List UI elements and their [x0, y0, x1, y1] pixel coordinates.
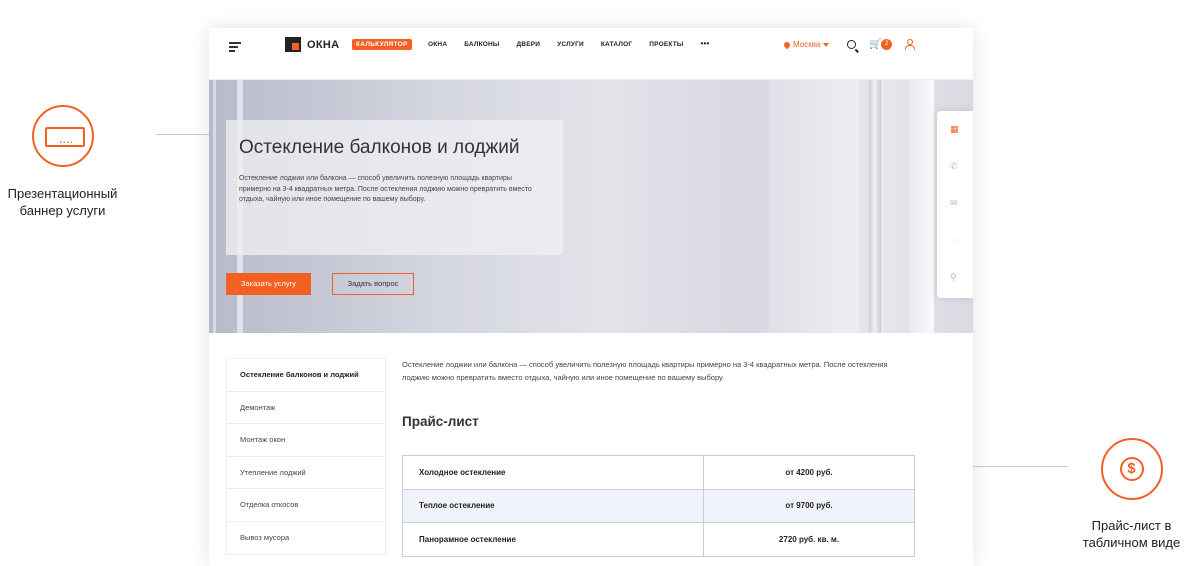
hero-card: Остекление балконов и лоджий Остекление … — [226, 120, 563, 255]
sidebar-item-dismantling[interactable]: Демонтаж — [227, 392, 385, 424]
table-row: Панорамное остекление 2720 руб. кв. м. — [402, 522, 915, 556]
logo-text: ОКНА — [307, 38, 340, 51]
price-table: Холодное остекление от 4200 руб. Теплое … — [402, 455, 915, 557]
location-pin-icon — [782, 40, 792, 49]
nav-item-doors[interactable]: ДВЕРИ — [516, 41, 540, 48]
price-list-title: Прайс-лист — [402, 414, 479, 429]
menu-icon[interactable] — [229, 42, 241, 54]
user-icon[interactable] — [905, 39, 915, 50]
price-row-value: от 9700 руб. — [703, 489, 915, 523]
sidebar-item-slopes[interactable]: Отделка откосов — [227, 489, 385, 522]
table-row: Холодное остекление от 4200 руб. — [402, 455, 915, 490]
services-sidebar: Остекление балконов и лоджий Демонтаж Мо… — [226, 358, 386, 555]
floating-contact-panel: ▦ ✆ ✉ ◌ ⚲ — [937, 111, 973, 298]
nav-item-projects[interactable]: ПРОЕКТЫ — [649, 41, 683, 48]
table-row: Теплое остекление от 9700 руб. — [402, 489, 915, 523]
dollar-icon: $ — [1119, 457, 1144, 481]
price-callout-label: Прайс-лист в табличном виде — [1082, 518, 1181, 550]
banner-callout: .... Презентационный баннер услуги — [0, 105, 125, 219]
hero-banner: Остекление балконов и лоджий Остекление … — [209, 80, 973, 333]
banner-icon-dots: .... — [59, 135, 74, 145]
service-intro-text: Остекление лоджии или балкона — способ у… — [402, 360, 888, 382]
hero-description: Остекление лоджии или балкона — способ у… — [239, 175, 532, 203]
door-decor — [869, 80, 881, 333]
phone-glyph: ✆ — [950, 161, 958, 171]
logo-mark-icon — [285, 37, 301, 52]
price-callout: $ Прайс-лист в табличном виде — [1074, 438, 1187, 551]
door-decor — [909, 80, 934, 333]
banner-callout-circle: .... — [31, 105, 94, 167]
location-glyph: ⚲ — [950, 272, 957, 282]
nav-item-balconies[interactable]: БАЛКОНЫ — [464, 41, 499, 48]
site-logo[interactable]: ОКНА — [285, 37, 339, 52]
chevron-down-icon — [823, 42, 830, 47]
sidebar-item-insulation[interactable]: Утепление лоджий — [227, 457, 385, 489]
price-row-name: Теплое остекление — [402, 489, 704, 523]
cart-icon[interactable]: 🛒 — [869, 39, 881, 50]
nav-item-catalog[interactable]: КАТАЛОГ — [601, 41, 632, 48]
hero-title: Остекление балконов и лоджий — [239, 137, 520, 158]
nav-item-services[interactable]: УСЛУГИ — [557, 41, 584, 48]
banner-icon: .... — [44, 127, 85, 147]
calculator-icon[interactable]: ▦ — [937, 111, 973, 148]
search-icon[interactable] — [847, 40, 856, 49]
mail-glyph: ✉ — [950, 198, 958, 208]
chat-icon[interactable]: ◌ — [937, 222, 973, 259]
phone-icon[interactable]: ✆ — [937, 148, 973, 185]
nav-more-icon[interactable]: ••• — [700, 40, 709, 48]
sidebar-item-waste-removal[interactable]: Вывоз мусора — [227, 522, 385, 555]
window-frame-decor — [213, 80, 216, 333]
cart-count-badge: 2 — [881, 39, 892, 50]
calculator-badge[interactable]: КАЛЬКУЛЯТОР — [352, 39, 412, 50]
banner-callout-label: Презентационный баннер услуги — [7, 186, 118, 218]
ask-question-button[interactable]: Задать вопрос — [332, 273, 414, 295]
site-header: ОКНА КАЛЬКУЛЯТОР ОКНА БАЛКОНЫ ДВЕРИ УСЛУ… — [209, 28, 973, 80]
price-row-name: Холодное остекление — [402, 455, 704, 490]
chat-glyph: ◌ — [950, 235, 956, 245]
order-service-button[interactable]: Заказать услугу — [226, 273, 311, 295]
price-row-value: от 4200 руб. — [703, 455, 915, 490]
city-selector[interactable]: Москва — [782, 40, 830, 49]
price-callout-circle: $ — [1100, 438, 1163, 500]
sidebar-item-glazing[interactable]: Остекление балконов и лоджий — [227, 359, 385, 392]
mail-icon[interactable]: ✉ — [937, 185, 973, 222]
city-name: Москва — [793, 40, 821, 49]
sidebar-item-window-install[interactable]: Монтаж окон — [227, 424, 385, 457]
price-row-value: 2720 руб. кв. м. — [778, 534, 840, 544]
calculator-glyph: ▦ — [950, 124, 959, 134]
price-row-name: Панорамное остекление — [402, 522, 704, 556]
location-icon[interactable]: ⚲ — [937, 259, 973, 296]
nav-item-windows[interactable]: ОКНА — [428, 41, 447, 48]
main-nav: ОКНА БАЛКОНЫ ДВЕРИ УСЛУГИ КАТАЛОГ ПРОЕКТ… — [428, 40, 726, 49]
wall-decor — [769, 80, 859, 333]
page-mockup: ОКНА КАЛЬКУЛЯТОР ОКНА БАЛКОНЫ ДВЕРИ УСЛУ… — [209, 28, 973, 566]
